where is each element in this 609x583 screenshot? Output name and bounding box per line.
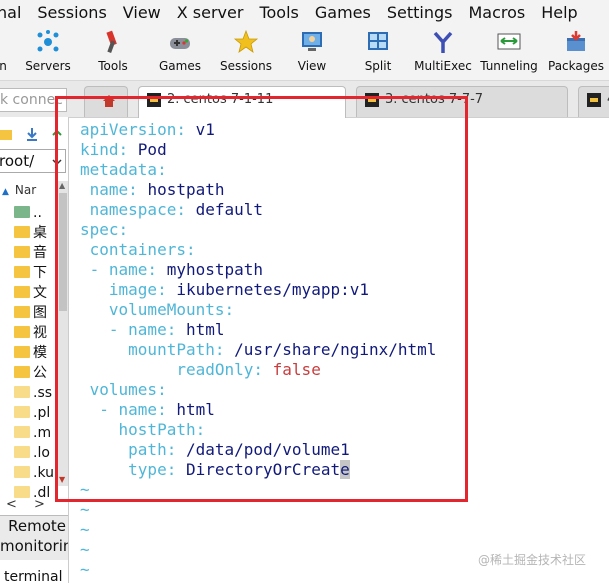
file-list-item[interactable]: .m — [14, 423, 51, 443]
file-name: .m — [33, 425, 52, 441]
file-name: 模 — [33, 345, 47, 361]
file-list-item[interactable]: 视 — [14, 323, 47, 343]
menu-item-x-server[interactable]: X server — [169, 3, 252, 22]
gamepad-icon — [170, 38, 190, 49]
menu-item-sessions[interactable]: Sessions — [29, 3, 114, 22]
folder-icon — [14, 266, 30, 278]
package-icon — [567, 31, 585, 51]
menu-item-settings[interactable]: Settings — [379, 3, 461, 22]
fork-icon — [433, 31, 453, 53]
remote-monitoring-button[interactable]: Remote monitorin — [0, 515, 68, 560]
file-list-item[interactable]: 模 — [14, 343, 47, 363]
folder-icon — [14, 446, 30, 458]
tools-icon — [106, 30, 117, 54]
file-list-item[interactable]: .ku — [14, 463, 54, 483]
folder-icon — [14, 406, 30, 418]
folder-icon — [14, 426, 30, 438]
tab-session-4[interactable]: 4 — [578, 86, 609, 117]
folder-icon — [14, 306, 30, 318]
folder-icon — [14, 346, 30, 358]
split-icon — [368, 32, 388, 50]
folder-icon — [14, 366, 30, 378]
file-list-item[interactable]: 文 — [14, 283, 47, 303]
file-list-item[interactable]: 音 — [14, 243, 47, 263]
hscroll-right-arrow[interactable]: > — [34, 497, 45, 512]
folder-icon — [14, 386, 30, 398]
toolbar-button-truncated[interactable]: n — [0, 27, 10, 77]
highlight-box — [55, 96, 468, 502]
terminal-icon — [587, 92, 601, 107]
folder-icon — [14, 246, 30, 258]
star-icon — [233, 29, 259, 53]
truncated-icon — [0, 29, 22, 55]
empty-line-marker: ~ — [80, 540, 90, 559]
file-list-item[interactable]: .. — [14, 203, 42, 223]
file-list-item[interactable]: .ss — [14, 383, 52, 403]
folder-icon — [14, 466, 30, 478]
empty-line-marker: ~ — [80, 500, 90, 519]
folder-icon — [14, 326, 30, 338]
hscroll-left-arrow[interactable]: < — [6, 497, 17, 512]
file-list-item[interactable]: .lo — [14, 443, 50, 463]
file-list-item[interactable]: .pl — [14, 403, 50, 423]
download-icon[interactable] — [25, 127, 39, 141]
servers-icon — [37, 30, 59, 52]
menu-item-view[interactable]: View — [115, 3, 169, 22]
parent-folder-icon — [14, 206, 30, 218]
menu-bar: nal Sessions View X server Tools Games Setting… — [0, 0, 609, 25]
toolbar-button-sessions[interactable]: Sessions — [218, 27, 274, 77]
toolbar-button-view[interactable]: View — [292, 27, 332, 77]
sort-arrow-icon: ▲ — [2, 187, 9, 197]
empty-line-marker: ~ — [80, 520, 90, 539]
file-name: .lo — [33, 445, 50, 461]
file-name: 视 — [33, 325, 47, 341]
menu-item-macros[interactable]: Macros — [460, 3, 533, 22]
file-list-item[interactable]: 下 — [14, 263, 47, 283]
folder-icon — [14, 286, 30, 298]
file-name: 桌 — [33, 225, 47, 241]
folder-up-icon[interactable] — [0, 127, 14, 141]
folder-icon — [14, 226, 30, 238]
menu-item-games[interactable]: Games — [307, 3, 379, 22]
toolbar-button-tools[interactable]: Tools — [90, 27, 136, 77]
tunnel-icon — [497, 33, 521, 50]
monitor-icon — [302, 32, 322, 51]
toolbar: n Servers Tools Games Sessions View Spli… — [0, 25, 609, 81]
file-name: .ku — [33, 465, 54, 481]
column-header-name[interactable]: ▲ Nar — [0, 181, 58, 199]
file-name: 音 — [33, 245, 47, 261]
toolbar-button-servers[interactable]: Servers — [22, 27, 74, 77]
toolbar-button-split[interactable]: Split — [360, 27, 396, 77]
menu-item-tools[interactable]: Tools — [251, 3, 306, 22]
toolbar-button-packages[interactable]: Packages — [548, 27, 604, 77]
watermark: @稀土掘金技术社区 — [478, 553, 587, 567]
file-name: .pl — [33, 405, 51, 421]
file-list-item[interactable]: 图 — [14, 303, 47, 323]
file-name: .. — [33, 205, 42, 221]
file-name: 图 — [33, 305, 47, 321]
toolbar-button-multiexec[interactable]: MultiExec — [414, 27, 472, 77]
menu-item-nal[interactable]: nal — [0, 3, 29, 22]
follow-terminal-label: terminal — [4, 569, 63, 583]
empty-line-marker: ~ — [80, 560, 90, 579]
toolbar-button-games[interactable]: Games — [156, 27, 204, 77]
file-name: 下 — [33, 265, 47, 281]
file-name: 公 — [33, 365, 47, 381]
menu-item-help[interactable]: Help — [533, 3, 585, 22]
toolbar-button-tunneling[interactable]: Tunneling — [480, 27, 538, 77]
file-name: .ss — [33, 385, 53, 401]
file-name: 文 — [33, 285, 47, 301]
file-list-item[interactable]: 公 — [14, 363, 47, 383]
file-list-item[interactable]: 桌 — [14, 223, 47, 243]
